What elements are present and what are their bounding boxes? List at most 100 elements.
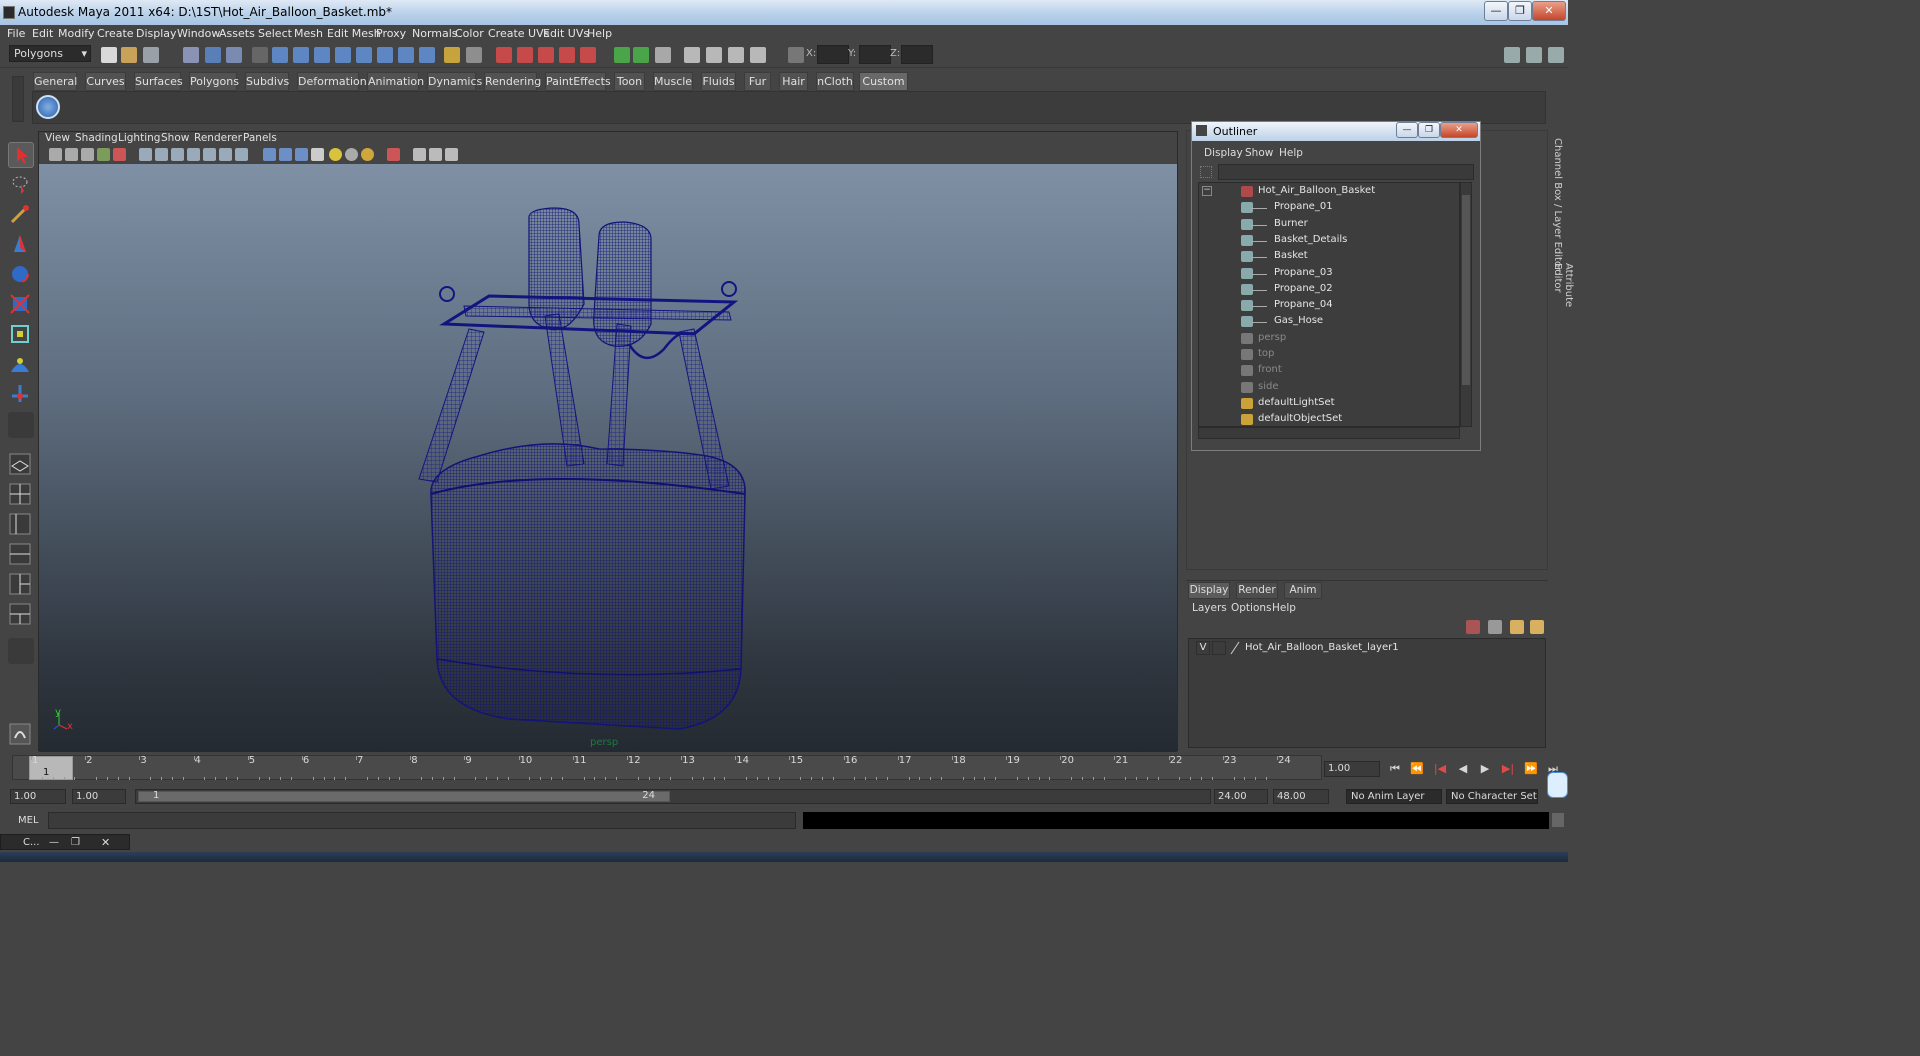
hot-air-balloon-basket-wireframe[interactable] xyxy=(39,164,1177,752)
outliner-item[interactable]: Basket_Details xyxy=(1199,233,1459,249)
menu-select[interactable]: Select xyxy=(258,27,292,40)
shelf-tab-deformation[interactable]: Deformation xyxy=(297,72,367,91)
select-tool-icon[interactable] xyxy=(8,142,34,168)
outliner-item[interactable]: Burner xyxy=(1199,217,1459,233)
menu-file[interactable]: File xyxy=(7,27,25,40)
new-layer-icon[interactable] xyxy=(1466,620,1480,634)
hypershade-layout-icon[interactable] xyxy=(8,572,34,598)
outliner-menu-show[interactable]: Show xyxy=(1245,147,1273,159)
mask-dropdown-icon[interactable] xyxy=(252,47,268,63)
layer-color-swatch-icon[interactable] xyxy=(1229,641,1241,655)
film-gate-icon[interactable] xyxy=(155,148,168,161)
close-button[interactable]: ✕ xyxy=(1532,1,1566,21)
xray-joints-icon[interactable] xyxy=(429,148,442,161)
shelf-tab-ncloth[interactable]: nCloth xyxy=(816,72,854,91)
channel-box-layer-editor-tab[interactable]: Channel Box / Layer Editor xyxy=(1552,138,1563,271)
playback-end-field[interactable]: 24.00 xyxy=(1214,789,1268,804)
restore-button[interactable]: ❐ xyxy=(1508,1,1532,21)
x-field[interactable] xyxy=(817,45,849,64)
current-frame-field[interactable]: 1.00 xyxy=(1324,761,1380,777)
pick-curves-icon[interactable] xyxy=(314,47,330,63)
pick-surfaces-icon[interactable] xyxy=(335,47,351,63)
use-all-lights-icon[interactable] xyxy=(345,148,358,161)
paint-select-tool-icon[interactable] xyxy=(8,202,34,228)
outliner-item[interactable]: Propane_03 xyxy=(1199,266,1459,282)
viewport-menu-shading[interactable]: Shading xyxy=(75,132,118,144)
shelf-tab-toon[interactable]: Toon xyxy=(614,72,645,91)
command-line-input[interactable] xyxy=(48,812,796,829)
menu-proxy[interactable]: Proxy xyxy=(376,27,406,40)
outliner-vscroll-thumb[interactable] xyxy=(1462,195,1470,385)
shelf-tab-surfaces[interactable]: Surfaces xyxy=(134,72,183,91)
shelf-tab-polygons[interactable]: Polygons xyxy=(189,72,239,91)
shelf-tab-general[interactable]: General xyxy=(33,72,77,91)
outliner-title-bar[interactable]: Outliner — ❐ ✕ xyxy=(1192,122,1480,141)
rotate-tool-icon[interactable] xyxy=(8,262,34,288)
expand-collapse-icon[interactable]: − xyxy=(1202,186,1212,196)
outliner-menu-display[interactable]: Display xyxy=(1204,147,1243,159)
minimize-button[interactable]: — xyxy=(1484,1,1508,21)
ipr-render-icon[interactable] xyxy=(728,47,744,63)
shelf-tab-rendering[interactable]: Rendering xyxy=(484,72,541,91)
shelf-tab-hair[interactable]: Hair xyxy=(779,72,808,91)
select-object-icon[interactable] xyxy=(205,47,221,63)
viewport-menu-panels[interactable]: Panels xyxy=(243,132,277,144)
shelf-tab-muscle[interactable]: Muscle xyxy=(653,72,693,91)
character-set-dropdown[interactable]: No Character Set xyxy=(1446,789,1538,804)
outliner-close-button[interactable]: ✕ xyxy=(1440,122,1478,138)
pick-handles-icon[interactable] xyxy=(272,47,288,63)
history-icon[interactable] xyxy=(633,47,649,63)
outliner-item[interactable]: Propane_02 xyxy=(1199,282,1459,298)
resolution-gate-icon[interactable] xyxy=(171,148,184,161)
shadows-icon[interactable] xyxy=(361,148,374,161)
layer-visibility-toggle[interactable]: V xyxy=(1196,641,1210,655)
menu-set-dropdown[interactable]: Polygons ▾ xyxy=(9,45,91,62)
outliner-vertical-scrollbar[interactable] xyxy=(1460,182,1472,427)
outliner-item[interactable]: defaultObjectSet xyxy=(1199,412,1459,426)
shelf-tab-animation[interactable]: Animation xyxy=(367,72,424,91)
viewport-menu-renderer[interactable]: Renderer xyxy=(194,132,242,144)
pick-misc-icon[interactable] xyxy=(419,47,435,63)
layer-menu-help[interactable]: Help xyxy=(1272,602,1296,614)
menu-mesh[interactable]: Mesh xyxy=(294,27,323,40)
safe-action-icon[interactable] xyxy=(219,148,232,161)
shelf-tab-painteffects[interactable]: PaintEffects xyxy=(545,72,611,91)
layout-options-icon[interactable] xyxy=(8,638,34,664)
anim-layer-dropdown[interactable]: No Anim Layer xyxy=(1346,789,1442,804)
layer-row[interactable]: V Hot_Air_Balloon_Basket_layer1 xyxy=(1192,640,1542,656)
script-editor-button-icon[interactable] xyxy=(1552,813,1564,827)
menu-create[interactable]: Create xyxy=(97,27,134,40)
render-view-icon[interactable] xyxy=(684,47,700,63)
outliner-item[interactable]: Gas_Hose xyxy=(1199,314,1459,330)
menu-edit[interactable]: Edit xyxy=(32,27,53,40)
image-plane-icon[interactable] xyxy=(97,148,110,161)
shelf-tab-custom[interactable]: Custom xyxy=(859,72,908,91)
menu-help[interactable]: Help xyxy=(587,27,612,40)
safe-title-icon[interactable] xyxy=(235,148,248,161)
attribute-editor-tab[interactable]: Attribute Editor xyxy=(1552,263,1574,338)
make-live-icon[interactable] xyxy=(580,47,596,63)
outliner-item[interactable]: − Hot_Air_Balloon_Basket xyxy=(1199,184,1459,200)
wireframe-icon[interactable] xyxy=(263,148,276,161)
pick-rendering-icon[interactable] xyxy=(398,47,414,63)
xray-icon[interactable] xyxy=(413,148,426,161)
outliner-maximize-button[interactable]: ❐ xyxy=(1418,122,1440,138)
scene-end-field[interactable]: 48.00 xyxy=(1273,789,1329,804)
playback-start-field[interactable]: 1.00 xyxy=(72,789,126,804)
render-settings-icon[interactable] xyxy=(750,47,766,63)
single-perspective-layout-icon[interactable] xyxy=(8,452,34,478)
shelf-tab-dynamics[interactable]: Dynamics xyxy=(427,72,482,91)
lasso-tool-icon[interactable] xyxy=(8,172,34,198)
universal-manipulator-icon[interactable] xyxy=(8,322,34,348)
save-scene-icon[interactable] xyxy=(143,47,159,63)
viewport-menu-lighting[interactable]: Lighting xyxy=(118,132,160,144)
pick-deformations-icon[interactable] xyxy=(356,47,372,63)
outliner-item[interactable]: Basket xyxy=(1199,249,1459,265)
help-bubble-icon[interactable] xyxy=(1547,772,1568,798)
absolute-transform-icon[interactable] xyxy=(788,47,804,63)
menu-create-uvs[interactable]: Create UVs xyxy=(488,27,549,40)
step-back-frame-button[interactable]: ⏪ xyxy=(1408,761,1426,777)
outliner-item[interactable]: side xyxy=(1199,380,1459,396)
script-editor-icon[interactable] xyxy=(8,722,34,748)
perspective-viewport[interactable]: View Shading Lighting Show Renderer Pane… xyxy=(38,131,1178,752)
